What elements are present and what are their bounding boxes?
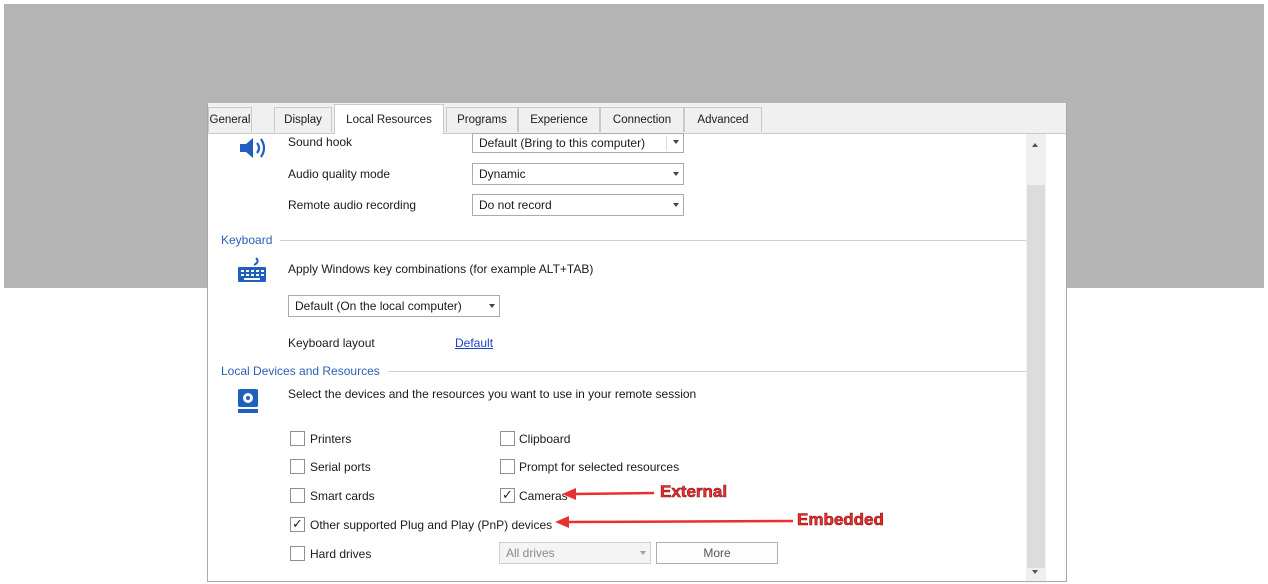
tab-advanced[interactable]: Advanced [684,107,762,132]
dropdown-separator [666,136,667,150]
devices-section-title: Local Devices and Resources [221,364,388,378]
chevron-down-icon [673,140,679,144]
printers-checkbox[interactable] [290,431,305,446]
hard-drives-checkbox[interactable] [290,546,305,561]
audio-recording-label: Remote audio recording [288,198,417,212]
cameras-checkbox[interactable]: ✓ [500,487,515,503]
sound-hook-label: Sound hook [288,135,353,149]
external-annotation: External [660,482,728,502]
hard-drive-icon [236,386,262,416]
prompt-resources-label: Prompt for selected resources [519,460,680,474]
drives-dropdown[interactable]: All drives [499,542,651,564]
sound-hook-dropdown[interactable]: Default (Bring to this computer) [472,133,684,153]
checkmark-icon: ✓ [292,516,303,531]
embedded-arrow [555,516,794,528]
audio-quality-value: Dynamic [479,167,526,181]
chevron-down-icon [673,172,679,176]
prompt-resources-checkbox[interactable] [500,459,515,474]
embedded-annotation: Embedded [797,510,885,530]
keyboard-description: Apply Windows key combinations (for exam… [288,262,594,276]
tab-experience[interactable]: Experience [518,107,600,132]
clipboard-label: Clipboard [519,432,571,446]
printers-label: Printers [310,432,352,446]
audio-quality-label: Audio quality mode [288,167,391,181]
keyboard-layout-link[interactable]: Default [455,336,493,350]
sound-hook-value: Default (Bring to this computer) [479,136,646,150]
serial-ports-checkbox[interactable] [290,459,305,474]
tab-programs[interactable]: Programs [446,107,518,132]
scroll-up-arrow-icon[interactable] [1032,143,1038,147]
smart-cards-checkbox[interactable] [290,488,305,503]
tab-bar: General Display Local Resources Programs… [208,103,1066,134]
devices-description: Select the devices and the resources you… [288,387,697,401]
scroll-down-arrow-icon[interactable] [1032,570,1038,574]
tab-general[interactable]: General [208,107,252,132]
chevron-down-icon [489,304,495,308]
vertical-scrollbar[interactable] [1026,134,1046,581]
keyboard-layout-label: Keyboard layout [288,336,375,350]
keyboard-combination-value: Default (On the local computer) [295,299,462,313]
drives-value: All drives [506,546,555,560]
more-button[interactable]: More [656,542,778,564]
chevron-down-icon [640,551,646,555]
audio-recording-value: Do not record [479,198,552,212]
hard-drives-label: Hard drives [310,547,372,561]
serial-ports-label: Serial ports [310,460,371,474]
pnp-devices-checkbox[interactable]: ✓ [290,516,305,532]
keyboard-divider [222,240,1032,241]
audio-quality-dropdown[interactable]: Dynamic [472,163,684,185]
speaker-icon [236,134,272,162]
smart-cards-label: Smart cards [310,489,375,503]
chevron-down-icon [673,203,679,207]
keyboard-section-title: Keyboard [221,233,281,247]
scrollbar-thumb[interactable] [1027,185,1045,568]
keyboard-combination-dropdown[interactable]: Default (On the local computer) [288,295,500,317]
pnp-devices-label: Other supported Plug and Play (PnP) devi… [310,518,553,532]
tab-connection[interactable]: Connection [600,107,684,132]
keyboard-icon [236,256,270,286]
checkmark-icon: ✓ [502,487,513,502]
tab-local-resources[interactable]: Local Resources [334,104,444,134]
audio-recording-dropdown[interactable]: Do not record [472,194,684,216]
tab-display[interactable]: Display [274,107,332,132]
clipboard-checkbox[interactable] [500,431,515,446]
